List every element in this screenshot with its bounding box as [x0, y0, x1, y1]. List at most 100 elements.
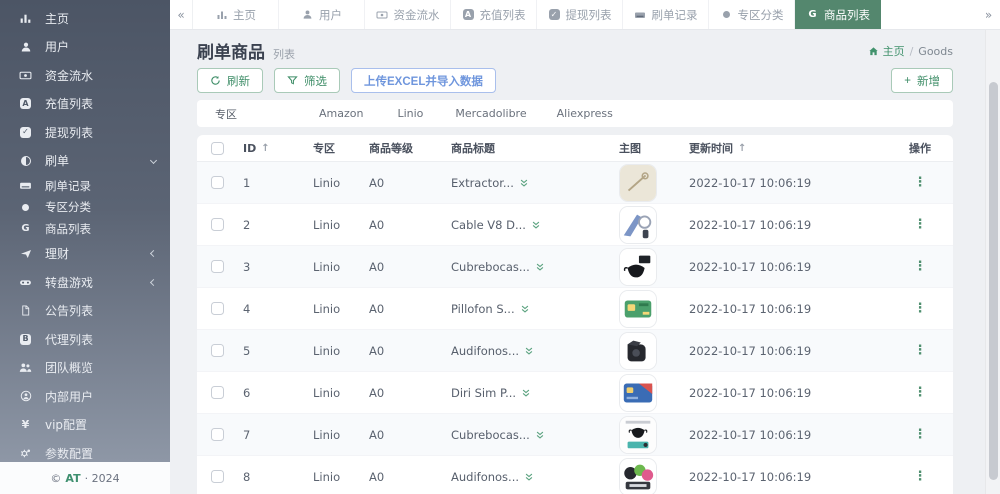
row-actions-icon[interactable]: ⋮	[914, 302, 927, 315]
half-circle-icon	[18, 156, 33, 166]
refresh-icon	[210, 75, 221, 86]
pill-icon	[18, 276, 33, 289]
tab-brush-records[interactable]: 刷单记录	[623, 0, 709, 29]
zone-option-amazon[interactable]: Amazon	[319, 107, 363, 120]
sidebar-item-brush-records[interactable]: 刷单记录	[0, 175, 170, 197]
tabs-scroll-right-icon[interactable]: »	[977, 0, 1000, 29]
row-actions-icon[interactable]: ⋮	[914, 176, 927, 189]
tab-recharge-list[interactable]: A 充值列表	[451, 0, 537, 29]
row-actions-icon[interactable]: ⋮	[914, 344, 927, 357]
row-checkbox[interactable]	[211, 428, 224, 441]
double-chevron-down-icon	[531, 220, 541, 230]
tabs-scroll-left-icon[interactable]: «	[170, 0, 193, 29]
sidebar-item-withdraw-list[interactable]: ✓ 提现列表	[0, 118, 170, 147]
row-actions-icon[interactable]: ⋮	[914, 218, 927, 231]
cell-title[interactable]: Audifonos...	[445, 470, 613, 484]
cell-zone: Linio	[307, 218, 363, 232]
cell-title[interactable]: Cable V8 D...	[445, 218, 613, 232]
sidebar-item-announcements[interactable]: 公告列表	[0, 297, 170, 326]
letter-b-square-icon: B	[18, 334, 33, 345]
cell-id: 1	[237, 176, 307, 190]
sidebar-item-team-overview[interactable]: 团队概览	[0, 354, 170, 383]
copyright-symbol: ©	[50, 472, 61, 485]
column-header-id[interactable]: ID↑	[237, 142, 307, 155]
cell-updated: 2022-10-17 10:06:19	[683, 302, 887, 316]
product-thumbnail[interactable]	[619, 374, 657, 412]
sidebar-item-vip-config[interactable]: ¥ vip配置	[0, 411, 170, 440]
breadcrumb-separator: /	[910, 45, 914, 58]
cell-id: 7	[237, 428, 307, 442]
vertical-scrollbar-track[interactable]	[985, 30, 1000, 494]
sidebar-item-goods-list[interactable]: G 商品列表	[0, 218, 170, 240]
tab-zone-categories[interactable]: 专区分类	[709, 0, 795, 29]
sidebar-item-finance[interactable]: 理财	[0, 240, 170, 269]
product-thumbnail[interactable]	[619, 290, 657, 328]
breadcrumb-home-link[interactable]: 主页	[868, 43, 905, 59]
row-actions-icon[interactable]: ⋮	[914, 386, 927, 399]
cell-title[interactable]: Pillofon S...	[445, 302, 613, 316]
tab-users[interactable]: 用户	[279, 0, 365, 29]
double-chevron-down-icon	[521, 388, 531, 398]
cell-id: 4	[237, 302, 307, 316]
brand-name: AT	[65, 472, 80, 485]
tab-funds-flow[interactable]: 资金流水	[365, 0, 451, 29]
sidebar-item-users[interactable]: 用户	[0, 33, 170, 62]
product-thumbnail[interactable]	[619, 416, 657, 454]
cell-grade: A0	[363, 386, 445, 400]
tab-home[interactable]: 主页	[193, 0, 279, 29]
cell-updated: 2022-10-17 10:06:19	[683, 470, 887, 484]
upload-excel-button[interactable]: 上传EXCEL并导入数据	[351, 68, 496, 93]
row-checkbox[interactable]	[211, 176, 224, 189]
tab-goods-list[interactable]: G 商品列表	[795, 0, 881, 29]
cell-title[interactable]: Audifonos...	[445, 344, 613, 358]
zone-option-linio[interactable]: Linio	[397, 107, 423, 120]
table-row: 6 Linio A0 Diri Sim P... 2022-10-17 10:0…	[197, 372, 953, 414]
sidebar-item-brush-orders[interactable]: 刷单	[0, 147, 170, 176]
cell-title[interactable]: Diri Sim P...	[445, 386, 613, 400]
zone-option-aliexpress[interactable]: Aliexpress	[557, 107, 613, 120]
product-thumbnail[interactable]	[619, 164, 657, 202]
column-header-actions: 操作	[887, 140, 953, 156]
page-subtitle: 列表	[273, 46, 295, 62]
row-checkbox[interactable]	[211, 386, 224, 399]
cell-title[interactable]: Cubrebocas...	[445, 260, 613, 274]
sidebar-item-internal-users[interactable]: 内部用户	[0, 382, 170, 411]
sidebar-item-agents[interactable]: B 代理列表	[0, 325, 170, 354]
row-checkbox[interactable]	[211, 218, 224, 231]
tab-label: 资金流水	[394, 7, 440, 23]
sidebar-item-zone-categories[interactable]: 专区分类	[0, 197, 170, 219]
vertical-scrollbar-thumb[interactable]	[989, 82, 998, 480]
v8-cable-image	[620, 206, 656, 244]
row-actions-icon[interactable]: ⋮	[914, 260, 927, 273]
sidebar-item-funds-flow[interactable]: 资金流水	[0, 61, 170, 90]
row-checkbox[interactable]	[211, 260, 224, 273]
sidebar-item-home[interactable]: 主页	[0, 4, 170, 33]
product-thumbnail[interactable]	[619, 332, 657, 370]
sidebar-item-params-config[interactable]: 参数配置	[0, 439, 170, 462]
row-checkbox[interactable]	[211, 344, 224, 357]
tab-withdraw-list[interactable]: ✓ 提现列表	[537, 0, 623, 29]
row-checkbox[interactable]	[211, 302, 224, 315]
select-all-checkbox[interactable]	[211, 142, 224, 155]
double-chevron-down-icon	[524, 472, 534, 482]
zone-filter-label[interactable]: 专区	[215, 106, 237, 122]
refresh-button[interactable]: 刷新	[197, 68, 263, 93]
cell-zone: Linio	[307, 386, 363, 400]
sidebar-item-wheel-game[interactable]: 转盘游戏	[0, 268, 170, 297]
add-new-button[interactable]: + 新增	[891, 68, 953, 93]
sidebar-item-label: 资金流水	[45, 67, 93, 84]
product-thumbnail[interactable]	[619, 458, 657, 494]
filter-button[interactable]: 筛选	[274, 68, 340, 93]
sidebar-item-recharge-list[interactable]: A 充值列表	[0, 90, 170, 119]
letter-a-square-icon: A	[462, 9, 475, 20]
cell-title[interactable]: Cubrebocas...	[445, 428, 613, 442]
row-actions-icon[interactable]: ⋮	[914, 470, 927, 483]
row-actions-icon[interactable]: ⋮	[914, 428, 927, 441]
row-checkbox[interactable]	[211, 470, 224, 483]
product-thumbnail[interactable]	[619, 206, 657, 244]
column-header-updated[interactable]: 更新时间↑	[683, 140, 887, 156]
zone-option-mercadolibre[interactable]: Mercadolibre	[455, 107, 526, 120]
cell-title[interactable]: Extractor...	[445, 176, 613, 190]
page-title: 刷单商品	[197, 38, 265, 63]
product-thumbnail[interactable]	[619, 248, 657, 286]
